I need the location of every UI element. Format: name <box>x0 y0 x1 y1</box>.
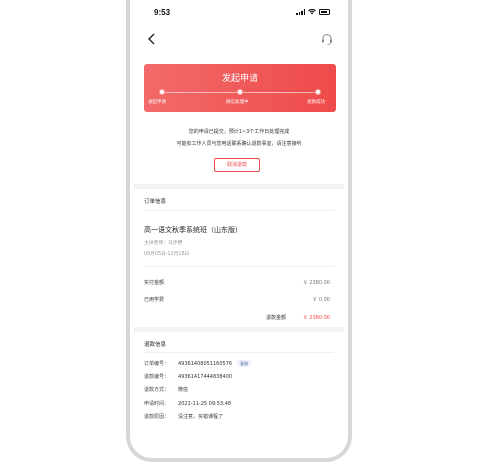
divider-line <box>144 210 334 211</box>
battery-icon <box>319 9 330 15</box>
refund-reason-value: 没注意，买错课程了 <box>178 414 224 420</box>
refund-number-value: 49361417444838400 <box>178 374 233 380</box>
refund-amount-label: 退款金额 <box>266 315 287 321</box>
course-title: 高一语文秋季系统班（山东版） <box>144 226 242 234</box>
used-fee-label: 已用学费 <box>144 297 165 303</box>
refund-amount-value: ￥ 2380.00 <box>302 315 330 321</box>
notice-line-1: 您的申请已提交，预计1~3个工作日处理完成 <box>188 129 290 135</box>
status-time: 9:53 <box>154 8 171 17</box>
step-dot-3 <box>315 89 321 95</box>
phone-frame: 9:53 发起申请 发起申请 微信处理中 退款成功 您的申请已提交，预计1~3个… <box>126 0 352 462</box>
order-section-title: 订单信息 <box>144 199 167 205</box>
step-label-1: 发起申请 <box>148 100 166 105</box>
section-divider <box>134 184 344 189</box>
status-bar: 9:53 <box>134 0 344 22</box>
screen: 9:53 发起申请 发起申请 微信处理中 退款成功 您的申请已提交，预计1~3个… <box>134 0 344 458</box>
status-icons <box>296 9 330 15</box>
step-label-3: 退款成功 <box>307 100 325 105</box>
paid-amount-label: 实付金额 <box>144 280 165 286</box>
refund-section-title: 退款信息 <box>144 342 167 348</box>
signal-icon <box>296 9 305 15</box>
customer-service-icon[interactable] <box>320 32 334 46</box>
order-number-label: 订单编号： <box>144 361 170 367</box>
refund-number-label: 退款编号： <box>144 374 170 380</box>
section-divider <box>134 327 344 332</box>
refund-number-row: 退款编号： 49361417444838400 <box>144 373 232 380</box>
refund-progress-banner: 发起申请 发起申请 微信处理中 退款成功 <box>144 64 336 112</box>
paid-amount-value: ￥ 2380.00 <box>302 280 330 286</box>
step-label-2: 微信处理中 <box>226 100 249 105</box>
divider-line <box>144 352 334 353</box>
order-number-row: 订单编号： 49361408051160576 复制 <box>144 360 252 367</box>
copy-button[interactable]: 复制 <box>237 360 252 367</box>
course-teacher: 主讲老师：马步野 <box>144 241 183 246</box>
apply-time-value: 2021-11-25 09:53:48 <box>178 401 232 407</box>
step-dot-1 <box>159 89 165 95</box>
step-dot-2 <box>237 89 243 95</box>
order-number-value: 49361408051160576 <box>178 361 233 367</box>
cancel-refund-button[interactable]: 取消退款 <box>214 158 260 172</box>
back-arrow-icon[interactable] <box>146 32 158 46</box>
refund-reason-label: 退款原因： <box>144 414 170 420</box>
apply-time-row: 申请时间： 2021-11-25 09:53:48 <box>144 400 231 407</box>
nav-bar <box>134 28 344 52</box>
wifi-icon <box>308 9 316 15</box>
banner-title: 发起申请 <box>221 74 258 84</box>
divider-line <box>144 266 334 267</box>
apply-time-label: 申请时间： <box>144 401 170 407</box>
refund-reason-row: 退款原因： 没注意，买错课程了 <box>144 413 223 420</box>
used-fee-value: ￥ 0.00 <box>312 297 330 303</box>
notice-line-2: 可能有工作人员与您电话联系确认退款事宜，请注意接听 <box>176 141 302 147</box>
refund-method-value: 微信 <box>178 387 189 393</box>
refund-method-row: 退款方式： 微信 <box>144 386 188 393</box>
refund-method-label: 退款方式： <box>144 387 170 393</box>
course-dates: 09月05日-12月18日 <box>144 252 190 257</box>
